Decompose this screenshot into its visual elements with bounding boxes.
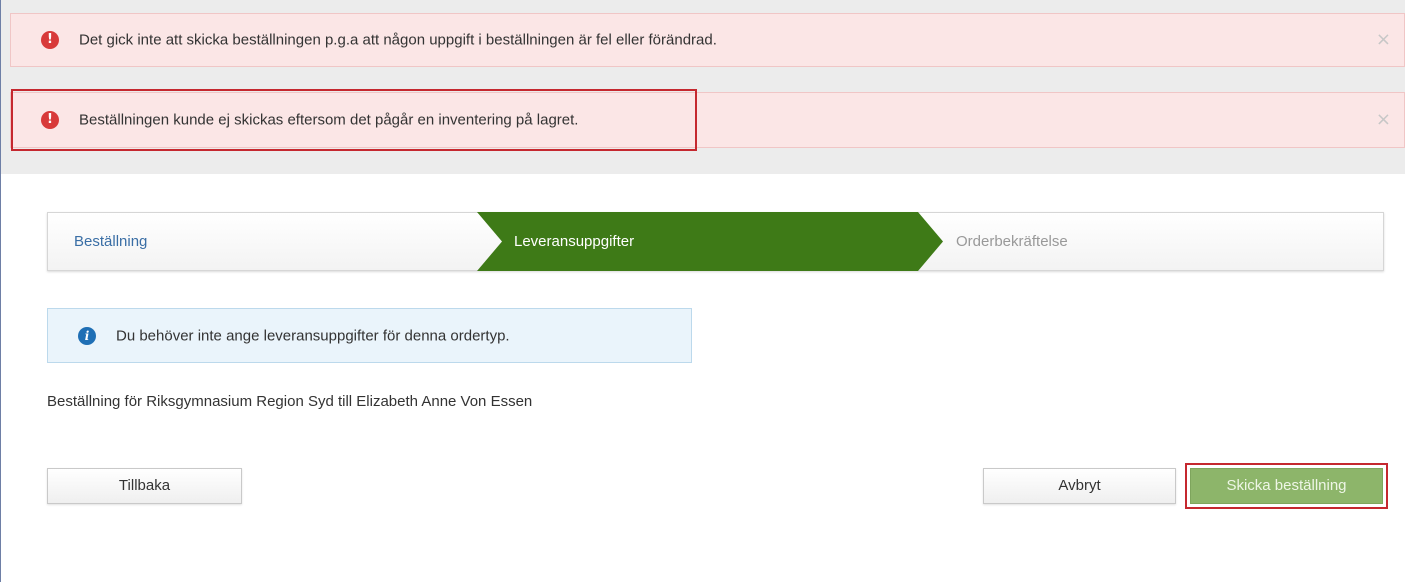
wizard-steps: Beställning Leveransuppgifter Orderbekrä… [47, 212, 1384, 271]
back-button[interactable]: Tillbaka [47, 468, 242, 504]
wizard-step-orderbekraftelse: Orderbekräftelse [956, 233, 1068, 250]
error-alert-message: Det gick inte att skicka beställningen p… [79, 31, 717, 49]
close-icon[interactable]: × [1376, 111, 1391, 129]
annotation-highlight-alert [11, 89, 697, 151]
annotation-highlight-send-button [1185, 463, 1388, 509]
exclamation-circle-icon: ! [41, 31, 59, 49]
info-alert: i Du behöver inte ange leveransuppgifter… [47, 308, 692, 363]
info-circle-icon: i [78, 326, 96, 345]
wizard-step-bestallning[interactable]: Beställning [74, 213, 147, 270]
close-icon[interactable]: × [1376, 31, 1391, 49]
order-description: Beställning för Riksgymnasium Region Syd… [47, 393, 533, 410]
info-alert-message: Du behöver inte ange leveransuppgifter f… [116, 327, 510, 344]
cancel-button[interactable]: Avbryt [983, 468, 1176, 504]
wizard-step-leveransuppgifter[interactable]: Leveransuppgifter [514, 213, 634, 270]
error-alert-1: ! Det gick inte att skicka beställningen… [10, 13, 1405, 67]
